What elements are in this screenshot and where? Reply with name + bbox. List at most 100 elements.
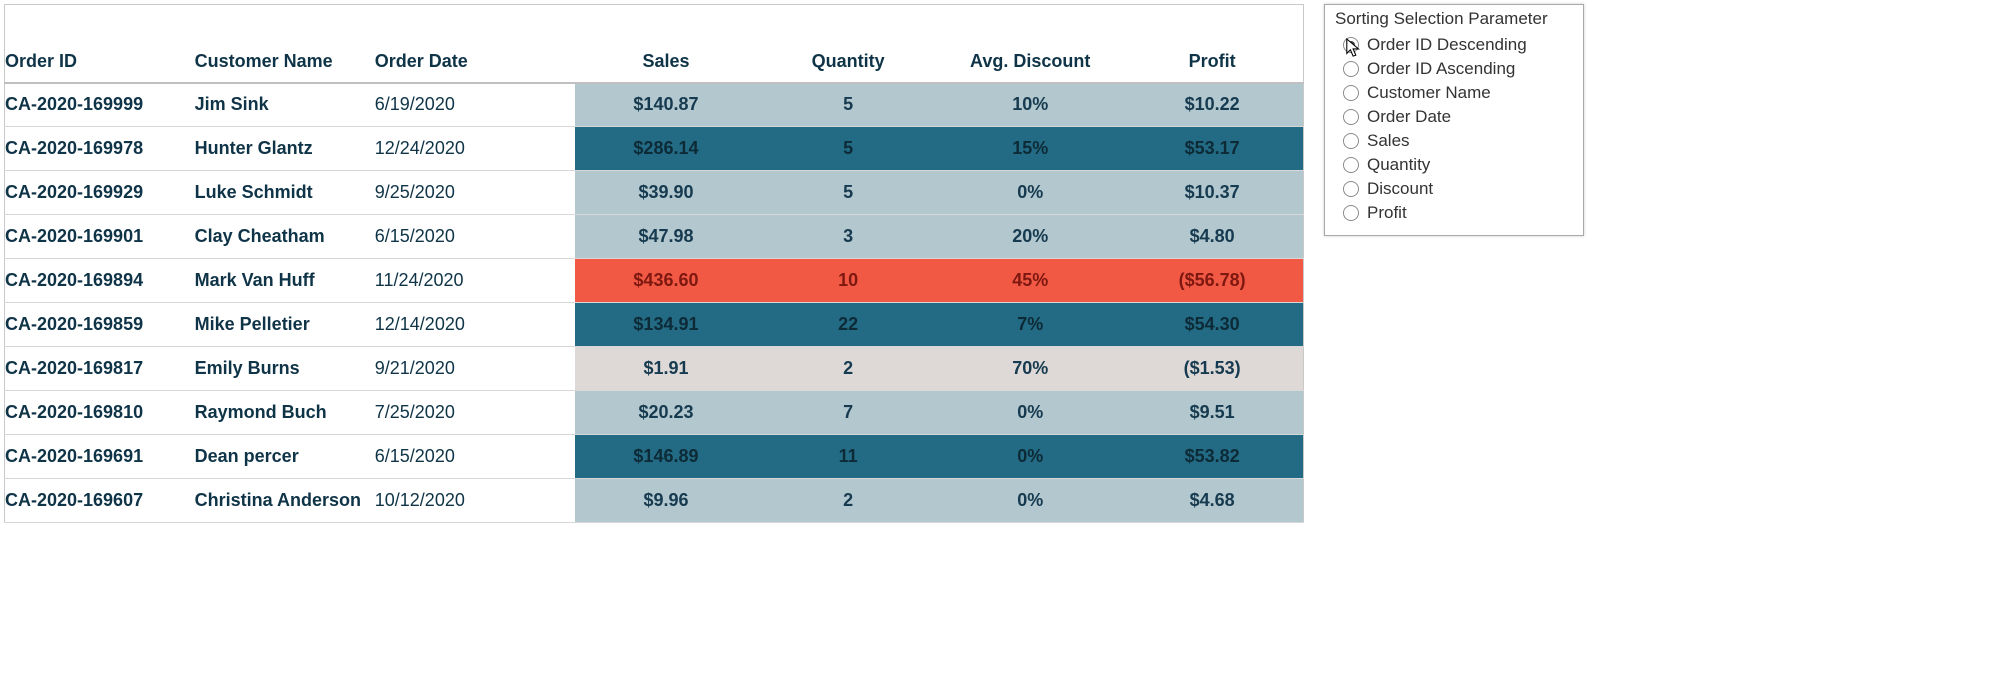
sort-option[interactable]: Quantity	[1335, 153, 1573, 177]
sort-option[interactable]: Sales	[1335, 129, 1573, 153]
cell-customer: Hunter Glantz	[195, 127, 375, 171]
cell-discount: 0%	[939, 435, 1121, 479]
sort-option-label: Order Date	[1367, 107, 1451, 127]
cell-customer: Mike Pelletier	[195, 303, 375, 347]
cell-customer: Christina Anderson	[195, 479, 375, 523]
sort-option[interactable]: Order ID Descending	[1335, 33, 1573, 57]
cell-profit: ($1.53)	[1121, 347, 1303, 391]
cell-date: 11/24/2020	[375, 259, 575, 303]
sort-option-label: Customer Name	[1367, 83, 1491, 103]
sort-option-label: Discount	[1367, 179, 1433, 199]
sort-parameter-title: Sorting Selection Parameter	[1335, 9, 1573, 29]
cell-sales: $20.23	[575, 391, 757, 435]
cell-quantity: 10	[757, 259, 939, 303]
cell-discount: 10%	[939, 83, 1121, 127]
cell-sales: $140.87	[575, 83, 757, 127]
cell-customer: Clay Cheatham	[195, 215, 375, 259]
cell-sales: $286.14	[575, 127, 757, 171]
col-header-profit[interactable]: Profit	[1121, 5, 1303, 83]
cell-discount: 7%	[939, 303, 1121, 347]
cell-order-id: CA-2020-169607	[5, 479, 195, 523]
table-row[interactable]: CA-2020-169859Mike Pelletier12/14/2020$1…	[5, 303, 1304, 347]
table-row[interactable]: CA-2020-169810Raymond Buch7/25/2020$20.2…	[5, 391, 1304, 435]
cell-order-id: CA-2020-169901	[5, 215, 195, 259]
sort-option[interactable]: Customer Name	[1335, 81, 1573, 105]
cell-order-id: CA-2020-169978	[5, 127, 195, 171]
cell-order-id: CA-2020-169894	[5, 259, 195, 303]
radio-icon	[1343, 61, 1359, 77]
cell-profit: ($56.78)	[1121, 259, 1303, 303]
sort-option[interactable]: Order ID Ascending	[1335, 57, 1573, 81]
table-row[interactable]: CA-2020-169894Mark Van Huff11/24/2020$43…	[5, 259, 1304, 303]
cell-sales: $47.98	[575, 215, 757, 259]
cell-customer: Emily Burns	[195, 347, 375, 391]
col-header-discount[interactable]: Avg. Discount	[939, 5, 1121, 83]
cell-quantity: 5	[757, 127, 939, 171]
cell-profit: $54.30	[1121, 303, 1303, 347]
cell-quantity: 7	[757, 391, 939, 435]
sort-option-label: Profit	[1367, 203, 1407, 223]
sort-option[interactable]: Profit	[1335, 201, 1573, 225]
col-header-quantity[interactable]: Quantity	[757, 5, 939, 83]
sort-option-label: Sales	[1367, 131, 1410, 151]
sort-option[interactable]: Order Date	[1335, 105, 1573, 129]
orders-table: Order ID Customer Name Order Date Sales …	[4, 4, 1304, 523]
table-row[interactable]: CA-2020-169691Dean percer6/15/2020$146.8…	[5, 435, 1304, 479]
cell-customer: Luke Schmidt	[195, 171, 375, 215]
cell-sales: $1.91	[575, 347, 757, 391]
cell-quantity: 2	[757, 479, 939, 523]
cell-discount: 70%	[939, 347, 1121, 391]
table-row[interactable]: CA-2020-169978Hunter Glantz12/24/2020$28…	[5, 127, 1304, 171]
sort-parameter-panel: Sorting Selection Parameter Order ID Des…	[1324, 4, 1584, 236]
cell-discount: 15%	[939, 127, 1121, 171]
table-row[interactable]: CA-2020-169817Emily Burns9/21/2020$1.912…	[5, 347, 1304, 391]
cell-date: 12/24/2020	[375, 127, 575, 171]
cell-profit: $9.51	[1121, 391, 1303, 435]
table-row[interactable]: CA-2020-169607Christina Anderson10/12/20…	[5, 479, 1304, 523]
col-header-date[interactable]: Order Date	[375, 5, 575, 83]
cell-date: 6/19/2020	[375, 83, 575, 127]
cell-sales: $39.90	[575, 171, 757, 215]
cell-profit: $10.22	[1121, 83, 1303, 127]
cell-date: 10/12/2020	[375, 479, 575, 523]
table-row[interactable]: CA-2020-169929Luke Schmidt9/25/2020$39.9…	[5, 171, 1304, 215]
sort-option-label: Order ID Descending	[1367, 35, 1527, 55]
radio-icon	[1343, 133, 1359, 149]
col-header-sales[interactable]: Sales	[575, 5, 757, 83]
cell-profit: $53.17	[1121, 127, 1303, 171]
radio-icon	[1343, 37, 1359, 53]
cell-date: 6/15/2020	[375, 215, 575, 259]
cell-profit: $4.80	[1121, 215, 1303, 259]
radio-icon	[1343, 205, 1359, 221]
sort-option[interactable]: Discount	[1335, 177, 1573, 201]
cell-order-id: CA-2020-169859	[5, 303, 195, 347]
cell-sales: $146.89	[575, 435, 757, 479]
cell-order-id: CA-2020-169929	[5, 171, 195, 215]
cell-profit: $10.37	[1121, 171, 1303, 215]
cell-sales: $436.60	[575, 259, 757, 303]
cell-sales: $134.91	[575, 303, 757, 347]
cell-date: 12/14/2020	[375, 303, 575, 347]
table-header-row: Order ID Customer Name Order Date Sales …	[5, 5, 1304, 83]
cell-date: 9/25/2020	[375, 171, 575, 215]
cell-customer: Jim Sink	[195, 83, 375, 127]
table-row[interactable]: CA-2020-169901Clay Cheatham6/15/2020$47.…	[5, 215, 1304, 259]
col-header-order-id[interactable]: Order ID	[5, 5, 195, 83]
cell-order-id: CA-2020-169810	[5, 391, 195, 435]
radio-icon	[1343, 157, 1359, 173]
table-row[interactable]: CA-2020-169999Jim Sink6/19/2020$140.8751…	[5, 83, 1304, 127]
col-header-customer[interactable]: Customer Name	[195, 5, 375, 83]
cell-quantity: 3	[757, 215, 939, 259]
cell-quantity: 11	[757, 435, 939, 479]
cell-date: 7/25/2020	[375, 391, 575, 435]
cell-profit: $4.68	[1121, 479, 1303, 523]
cell-discount: 20%	[939, 215, 1121, 259]
cell-sales: $9.96	[575, 479, 757, 523]
cell-order-id: CA-2020-169691	[5, 435, 195, 479]
cell-quantity: 5	[757, 83, 939, 127]
cell-quantity: 22	[757, 303, 939, 347]
cell-customer: Mark Van Huff	[195, 259, 375, 303]
cell-discount: 0%	[939, 479, 1121, 523]
radio-icon	[1343, 181, 1359, 197]
cell-order-id: CA-2020-169817	[5, 347, 195, 391]
